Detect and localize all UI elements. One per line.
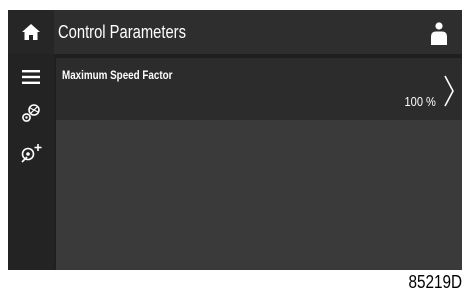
home-button[interactable] <box>8 10 54 54</box>
top-bar: Control Parameters <box>8 10 462 54</box>
sidebar-item-settings-add[interactable] <box>8 138 54 168</box>
menu-icon <box>22 70 40 84</box>
settings-add-icon <box>21 144 42 163</box>
page-title: Control Parameters <box>58 22 186 42</box>
parameter-label: Maximum Speed Factor <box>62 68 173 82</box>
sidebar <box>8 54 54 270</box>
figure-code: 85219D <box>408 272 462 292</box>
sidebar-item-menu[interactable] <box>8 62 54 92</box>
gears-icon <box>22 104 40 122</box>
chevron-right-icon[interactable] <box>442 74 456 108</box>
controller-screen: Control Parameters Maximum Speed Factor … <box>8 10 462 270</box>
user-icon[interactable] <box>428 20 450 46</box>
parameter-list: Maximum Speed Factor 100 % <box>56 58 462 270</box>
home-icon <box>22 24 40 40</box>
parameter-row[interactable]: Maximum Speed Factor 100 % <box>56 58 462 120</box>
sidebar-item-gears[interactable] <box>8 98 54 128</box>
parameter-value: 100 % <box>404 94 436 109</box>
